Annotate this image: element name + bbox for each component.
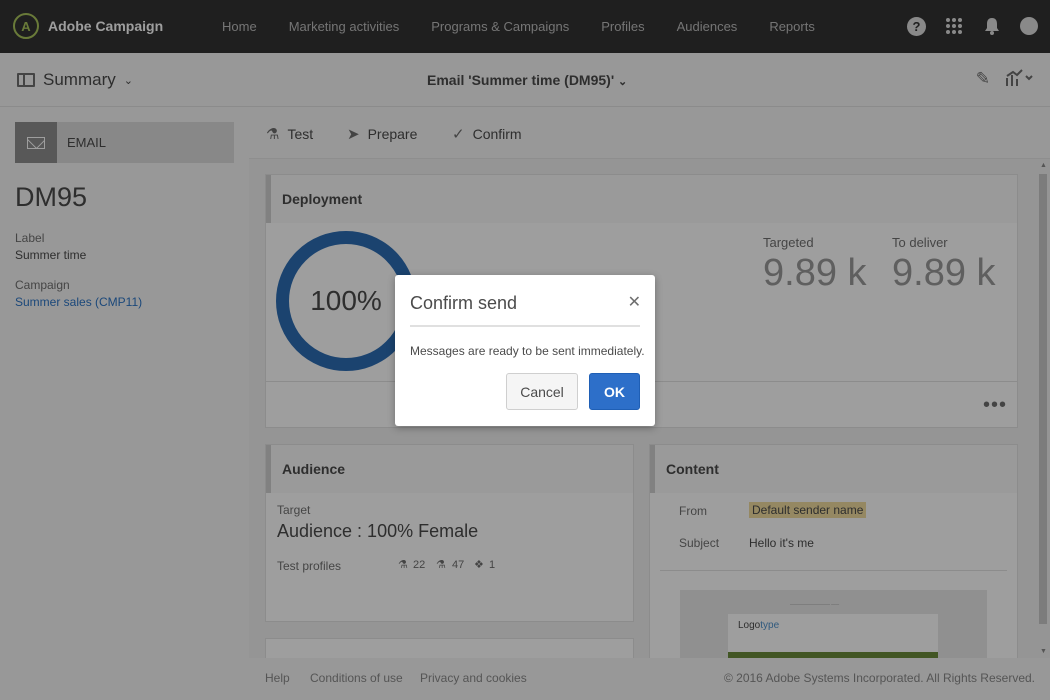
- cancel-button[interactable]: Cancel: [506, 373, 578, 410]
- dialog-divider: [410, 325, 640, 327]
- ok-button[interactable]: OK: [589, 373, 640, 410]
- dialog-title: Confirm send: [410, 293, 518, 313]
- close-icon[interactable]: ✕: [628, 292, 641, 312]
- confirm-send-dialog: Confirm send ✕ Messages are ready to be …: [395, 275, 655, 426]
- dialog-message: Messages are ready to be sent immediatel…: [410, 344, 645, 358]
